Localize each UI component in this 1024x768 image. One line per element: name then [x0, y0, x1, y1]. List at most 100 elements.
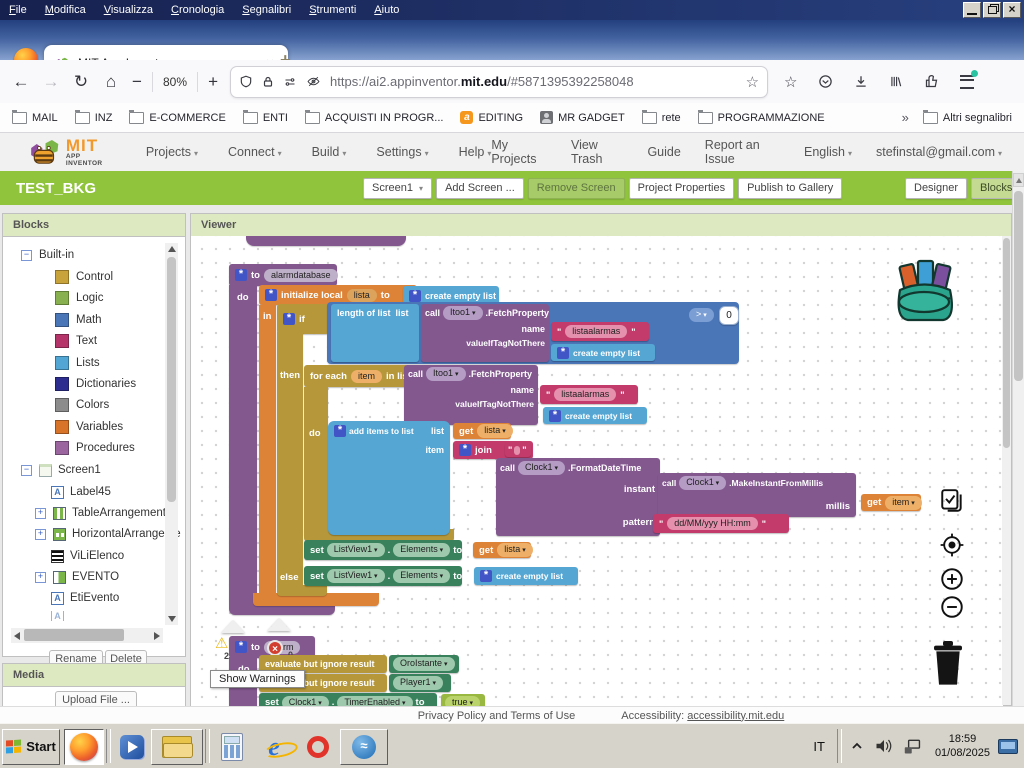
zoom-out-workspace-icon[interactable] [939, 594, 965, 620]
variable-dropdown[interactable]: item [885, 496, 921, 510]
block-frame[interactable] [229, 285, 257, 602]
property-dropdown[interactable]: Elements [393, 543, 450, 557]
block-call-makeinstant[interactable]: callClock1.MakeInstantFromMillis millis [658, 473, 856, 517]
close-button[interactable] [1003, 2, 1021, 18]
restore-button[interactable] [983, 2, 1001, 18]
menu-help[interactable]: Help▾ [459, 145, 492, 159]
show-warnings-button[interactable]: Show Warnings [210, 670, 305, 688]
bookmark-star-icon[interactable]: ☆ [746, 73, 759, 91]
component-horizontalarrangement[interactable]: +HorizontalArrangeme [35, 526, 181, 542]
taskbar-opera-button[interactable] [296, 729, 340, 765]
center-workspace-icon[interactable] [939, 532, 965, 558]
block-add-items-to-list[interactable]: * add items to list list item [328, 421, 450, 535]
text-field[interactable]: listaalarmas [554, 388, 616, 401]
category-colors[interactable]: Colors [55, 397, 109, 413]
category-math[interactable]: Math [55, 312, 102, 328]
link-my-projects[interactable]: My Projects [491, 138, 547, 166]
scroll-up-arrow[interactable] [1013, 173, 1024, 187]
viewer-scrollbar[interactable] [1002, 236, 1011, 705]
block-text-string[interactable]: " listaalarmas " [540, 385, 638, 404]
tree-vertical-scrollbar[interactable] [165, 243, 178, 625]
category-variables[interactable]: Variables [55, 419, 123, 435]
text-field[interactable] [514, 446, 520, 455]
mutator-gear-icon[interactable]: * [459, 444, 471, 456]
block-text-string[interactable]: " listaalarmas " [551, 322, 649, 341]
menu-settings[interactable]: Settings▾ [376, 145, 428, 159]
scroll-thumb[interactable] [167, 257, 176, 502]
show-desktop-icon[interactable] [998, 739, 1018, 754]
reload-button[interactable]: ↻ [66, 72, 96, 92]
tree-builtin[interactable]: −Built-in [21, 247, 74, 263]
expand-icon[interactable]: + [35, 529, 46, 540]
category-control[interactable]: Control [55, 269, 113, 285]
scroll-thumb[interactable] [24, 629, 124, 641]
block-comparison[interactable]: length of list list callItoo1.FetchPrope… [327, 302, 739, 364]
add-screen-button[interactable]: Add Screen ... [436, 178, 524, 199]
procedure-name-field[interactable]: alarmdatabase [264, 269, 338, 282]
mutator-gear-icon[interactable]: * [409, 290, 421, 302]
block-frame[interactable] [304, 387, 328, 535]
menu-modifica[interactable]: Modifica [36, 0, 95, 20]
bookmark-programmazione[interactable]: PROGRAMMAZIONE [698, 112, 825, 124]
loop-variable-field[interactable]: item [351, 370, 382, 383]
variable-name-field[interactable]: lista [347, 289, 377, 302]
back-button[interactable]: ← [6, 72, 36, 92]
block-call-fetchproperty[interactable]: callItoo1.FetchProperty name valueIfTagN… [404, 365, 538, 425]
mit-appinventor-logo[interactable]: MIT APP INVENTOR [28, 137, 116, 167]
variable-dropdown[interactable]: lista [477, 424, 512, 438]
remove-screen-button[interactable]: Remove Screen [528, 178, 625, 199]
block-component-oroistante[interactable]: OroIstante [389, 655, 459, 673]
url-bar[interactable]: https://ai2.appinventor.mit.edu/#5871395… [230, 66, 768, 98]
block-frame[interactable] [277, 585, 327, 596]
category-procedures[interactable]: Procedures [55, 440, 135, 456]
scroll-thumb[interactable] [1003, 238, 1010, 448]
component-clipped[interactable] [51, 611, 70, 621]
component-dropdown[interactable]: Itoo1 [443, 306, 483, 320]
property-dropdown[interactable]: Elements [393, 569, 450, 583]
mutator-gear-icon[interactable]: * [549, 410, 561, 422]
error-badge-icon[interactable]: × [267, 640, 283, 656]
lock-icon[interactable] [262, 75, 274, 89]
tracking-disabled-eye-icon[interactable] [306, 75, 321, 88]
block-if[interactable]: * if [277, 304, 329, 334]
category-dictionaries[interactable]: Dictionaries [55, 376, 136, 392]
block-create-empty-list[interactable]: * create empty list [474, 567, 578, 585]
language-indicator[interactable]: IT [813, 739, 825, 754]
scroll-up-arrow[interactable] [168, 246, 176, 252]
block-set-clock-timerenabled[interactable]: set Clock1 . TimerEnabled to [259, 693, 437, 707]
menu-projects[interactable]: Projects▾ [146, 145, 198, 159]
block-get-lista[interactable]: get lista [473, 542, 531, 558]
app-menu-hamburger-icon[interactable] [960, 75, 974, 89]
designer-button[interactable]: Designer [905, 178, 967, 199]
bookmarks-overflow-chevron[interactable]: » [902, 110, 909, 125]
block-set-listview-elements[interactable]: set ListView1 . Elements to [304, 540, 462, 560]
block-number-0[interactable]: 0 [719, 306, 739, 325]
tree-screen1[interactable]: −Screen1 [21, 462, 101, 478]
zoom-out-button[interactable]: − [126, 72, 148, 92]
bookmark-mrgadget[interactable]: MR GADGET [540, 111, 625, 124]
bookmark-enti[interactable]: ENTI [243, 112, 288, 124]
component-etievento[interactable]: EtiEvento [51, 590, 119, 606]
component-dropdown[interactable]: OroIstante [393, 657, 455, 671]
bookmark-acquisti[interactable]: ACQUISTI IN PROGR... [305, 112, 444, 124]
expand-icon[interactable]: + [35, 572, 46, 583]
privacy-link[interactable]: Privacy Policy and Terms of Use [418, 710, 576, 722]
accessibility-link[interactable]: accessibility.mit.edu [687, 710, 784, 722]
zoom-level[interactable]: 80% [157, 75, 193, 89]
bookmark-mail[interactable]: MAIL [12, 112, 58, 124]
minimize-button[interactable] [963, 2, 981, 18]
menu-strumenti[interactable]: Strumenti [300, 0, 365, 20]
backpack-icon[interactable] [891, 258, 959, 324]
block-create-empty-list[interactable]: * create empty list [551, 344, 655, 361]
collapse-icon[interactable]: − [21, 465, 32, 476]
link-report-issue[interactable]: Report an Issue [705, 138, 780, 166]
link-guide[interactable]: Guide [647, 145, 680, 159]
menu-aiuto[interactable]: Aiuto [365, 0, 408, 20]
block-for-each[interactable]: for each item in list [304, 365, 408, 387]
text-field[interactable]: dd/MM/yyy HH:mm [667, 517, 758, 530]
block-procedure-alarmdatabase[interactable]: * to alarmdatabase [229, 264, 337, 286]
mutator-gear-icon[interactable]: * [480, 570, 492, 582]
block-call-fetchproperty[interactable]: callItoo1.FetchProperty name valueIfTagN… [421, 304, 549, 362]
bookmark-ecommerce[interactable]: E-COMMERCE [129, 112, 225, 124]
taskbar-firefox-button[interactable] [64, 729, 104, 765]
